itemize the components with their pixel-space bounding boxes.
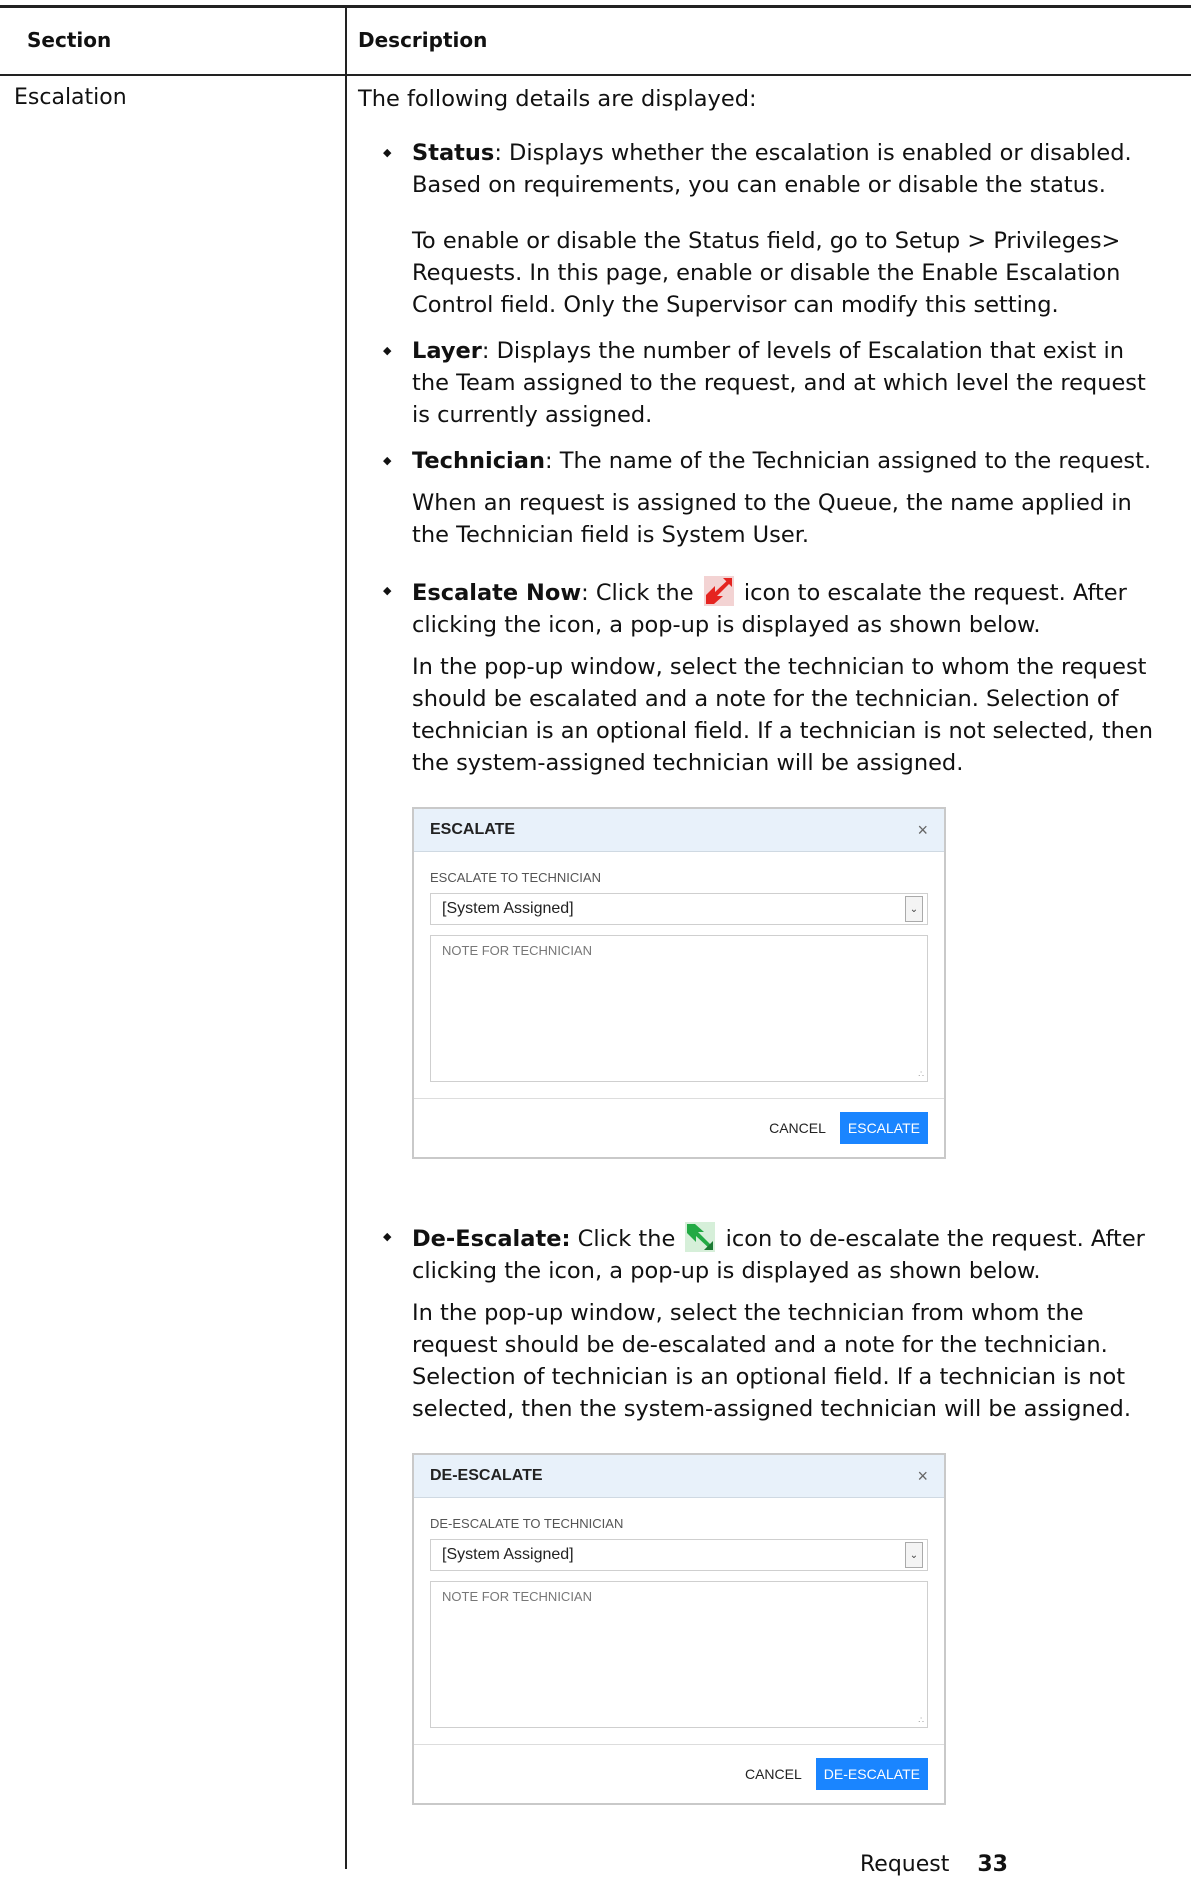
status-label: Status	[412, 140, 495, 166]
chevron-down-icon[interactable]: ⌄	[905, 1542, 923, 1568]
technician-select-value: [System Assigned]	[442, 900, 574, 917]
de-escalate-dialog: DE-ESCALATE × DE-ESCALATE TO TECHNICIAN …	[412, 1453, 946, 1805]
technician-label: Technician	[412, 448, 545, 474]
intro-text: The following details are displayed:	[358, 86, 757, 112]
list-item-technician: Technician: The name of the Technician a…	[358, 445, 1168, 551]
de-escalate-icon	[685, 1222, 716, 1252]
description-cell: The following details are displayed: Sta…	[358, 83, 1168, 1819]
cancel-button[interactable]: CANCEL	[759, 1112, 836, 1144]
escalate-dialog: ESCALATE × ESCALATE TO TECHNICIAN [Syste…	[412, 807, 946, 1159]
footer-section: Request	[860, 1852, 950, 1877]
layer-label: Layer	[412, 338, 482, 364]
table-header-rule	[0, 74, 1191, 76]
escalate-button[interactable]: ESCALATE	[839, 1112, 928, 1144]
technician-select[interactable]: [System Assigned] ⌄	[430, 1539, 928, 1571]
dialog-title: ESCALATE	[430, 821, 516, 838]
header-description: Description	[358, 28, 488, 52]
list-item-status: Status: Displays whether the escalation …	[358, 137, 1168, 321]
layer-text: : Displays the number of levels of Escal…	[412, 338, 1146, 428]
status-text: : Displays whether the escalation is ena…	[412, 140, 1132, 198]
resize-grip-icon[interactable]: ∴	[918, 1715, 924, 1726]
close-icon[interactable]: ×	[917, 1466, 928, 1487]
list-item-de-escalate: De-Escalate: Click the icon to de-escala…	[358, 1221, 1168, 1805]
list-item-escalate-now: Escalate Now: Click the icon to escalate…	[358, 575, 1168, 1159]
detail-list: Status: Displays whether the escalation …	[358, 137, 1168, 1805]
note-textarea[interactable]: NOTE FOR TECHNICIAN ∴	[430, 1581, 928, 1728]
note-placeholder: NOTE FOR TECHNICIAN	[442, 943, 592, 958]
de-escalate-label: De-Escalate:	[412, 1226, 571, 1252]
dialog-header: ESCALATE ×	[414, 809, 944, 852]
de-escalate-note: In the pop-up window, select the technic…	[412, 1300, 1131, 1422]
note-textarea[interactable]: NOTE FOR TECHNICIAN ∴	[430, 935, 928, 1082]
note-placeholder: NOTE FOR TECHNICIAN	[442, 1589, 592, 1604]
row-section-label: Escalation	[14, 85, 127, 110]
table-top-rule	[0, 5, 1191, 8]
resize-grip-icon[interactable]: ∴	[918, 1069, 924, 1080]
header-section: Section	[27, 28, 112, 52]
technician-select[interactable]: [System Assigned] ⌄	[430, 893, 928, 925]
escalate-icon	[703, 576, 734, 606]
de-escalate-button[interactable]: DE-ESCALATE	[815, 1758, 928, 1790]
escalate-to-technician-label: ESCALATE TO TECHNICIAN	[430, 870, 601, 885]
status-note: To enable or disable the Status field, g…	[412, 228, 1121, 318]
escalate-now-note: In the pop-up window, select the technic…	[412, 654, 1154, 776]
technician-text: : The name of the Technician assigned to…	[544, 448, 1152, 474]
page-number: 33	[977, 1852, 1008, 1877]
close-icon[interactable]: ×	[917, 820, 928, 841]
page-footer: Request 33	[860, 1852, 1008, 1877]
escalate-now-label: Escalate Now	[412, 580, 582, 606]
dialog-title: DE-ESCALATE	[430, 1467, 543, 1484]
de-escalate-to-technician-label: DE-ESCALATE TO TECHNICIAN	[430, 1516, 624, 1531]
table-column-divider	[345, 5, 347, 1869]
cancel-button[interactable]: CANCEL	[734, 1758, 812, 1790]
technician-note: When an request is assigned to the Queue…	[412, 490, 1132, 548]
dialog-header: DE-ESCALATE ×	[414, 1455, 944, 1498]
chevron-down-icon[interactable]: ⌄	[905, 896, 923, 922]
list-item-layer: Layer: Displays the number of levels of …	[358, 335, 1168, 431]
technician-select-value: [System Assigned]	[442, 1546, 574, 1563]
